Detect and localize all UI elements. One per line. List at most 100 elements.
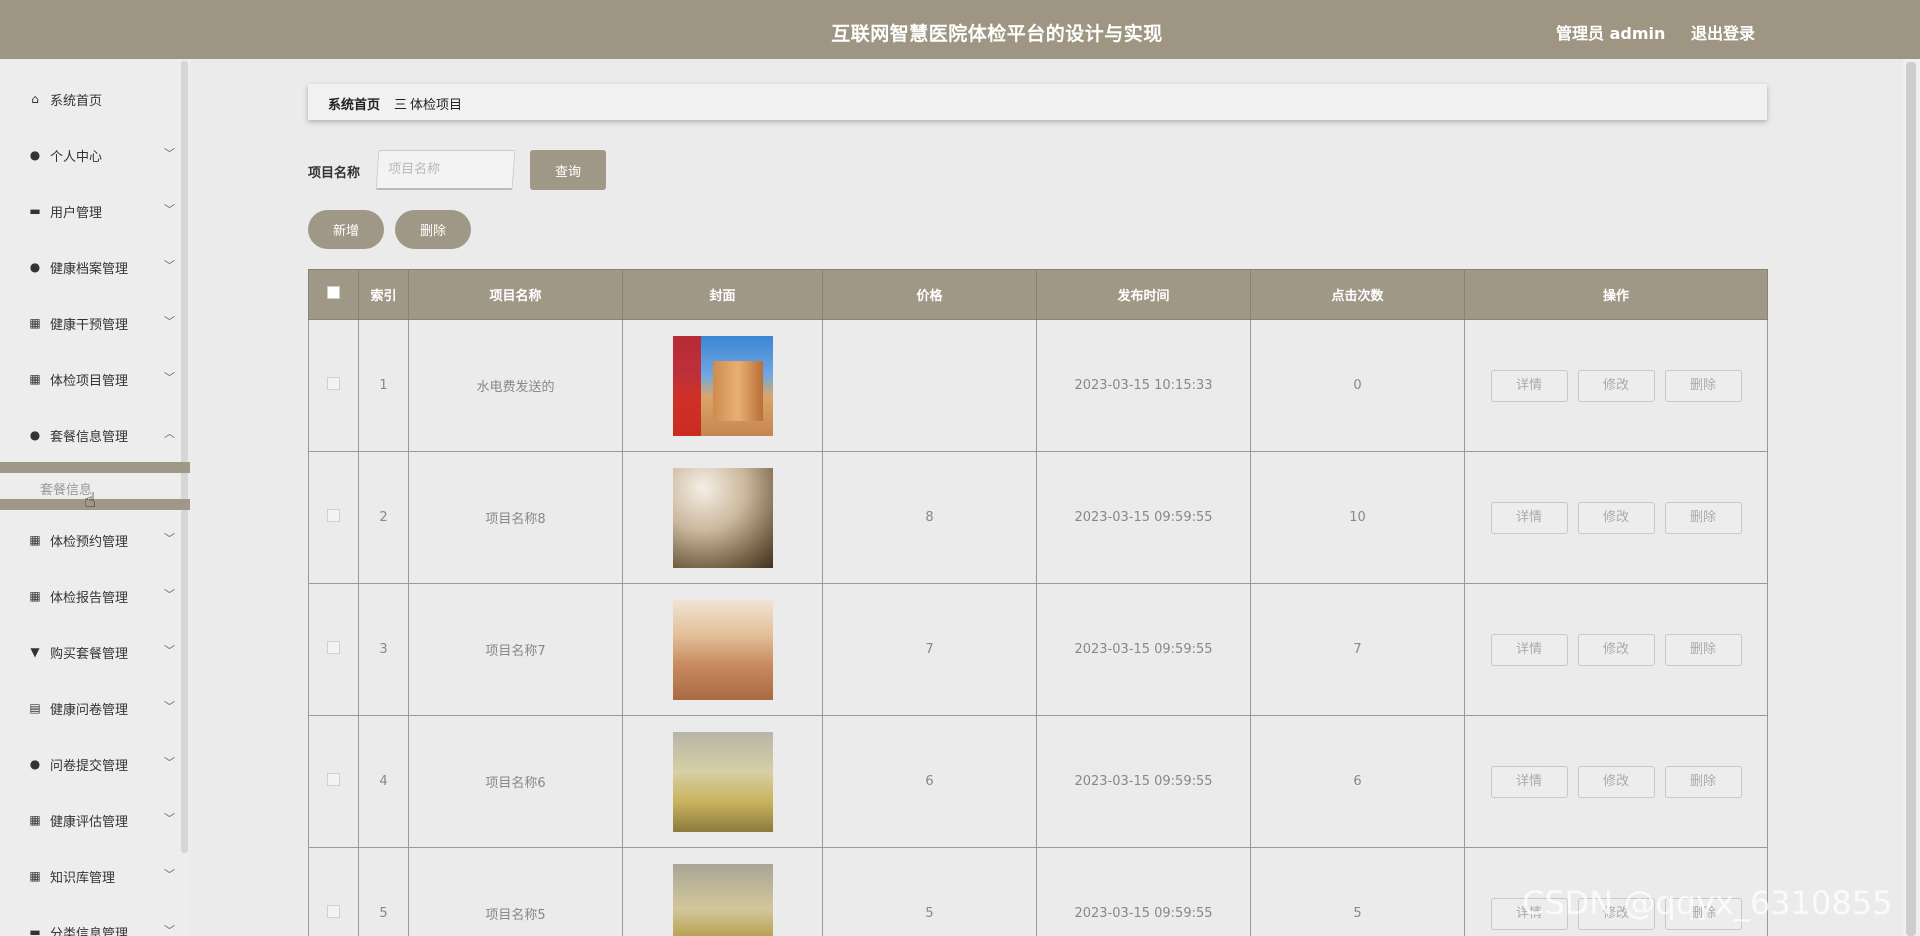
user-icon: ● [29, 148, 41, 162]
sidebar-item-label: 系统首页 [50, 94, 103, 109]
chevron-down-icon: ﹀ [164, 203, 175, 216]
row-checkbox[interactable] [327, 641, 340, 654]
chevron-down-icon: ﹀ [164, 868, 175, 881]
sidebar-item-9[interactable]: ▼ 购买套餐管理 ﹀ [0, 632, 180, 672]
row-delete-button[interactable]: 删除 [1664, 369, 1742, 402]
search-label: 项目名称 [308, 166, 361, 181]
cover-image[interactable] [672, 599, 773, 700]
row-delete-button[interactable]: 删除 [1664, 501, 1742, 534]
sidebar-item-8[interactable]: ▦ 体检报告管理 ﹀ [0, 576, 180, 616]
name-cell: 项目名称5 [408, 847, 623, 936]
table-row: 1 水电费发送的 2023-03-15 10:15:33 0 详情 修改 删除 [308, 319, 1768, 452]
row-delete-button[interactable]: 删除 [1664, 633, 1742, 666]
add-button[interactable]: 新增 [308, 210, 384, 249]
cover-image[interactable] [672, 863, 773, 936]
chevron-down-icon: ﹀ [164, 812, 175, 825]
edit-button[interactable]: 修改 [1577, 501, 1655, 534]
clicks-cell: 0 [1250, 319, 1465, 452]
name-cell: 水电费发送的 [408, 319, 623, 452]
table-row: 2 项目名称8 8 2023-03-15 09:59:55 10 详情 修改 删除 [308, 451, 1768, 584]
hand-cursor-icon: ☝ [84, 488, 97, 512]
sidebar-item-2[interactable]: ▬ 用户管理 ﹀ [0, 191, 180, 231]
column-header: 点击次数 [1250, 269, 1465, 320]
grid-icon: ▦ [29, 813, 41, 827]
sidebar-item-label: 个人中心 [50, 150, 103, 165]
logout-link[interactable]: 退出登录 [1691, 20, 1755, 44]
price-cell: 8 [822, 451, 1037, 584]
time-cell: 2023-03-15 09:59:55 [1036, 847, 1251, 936]
cover-overlay [672, 335, 701, 436]
chevron-down-icon: ﹀ [164, 700, 175, 713]
sidebar-item-label: 健康问卷管理 [50, 703, 129, 718]
sidebar-item-11[interactable]: ● 问卷提交管理 ﹀ [0, 744, 180, 784]
sidebar-item-7[interactable]: ▦ 体检预约管理 ﹀ [0, 520, 180, 560]
cover-image[interactable] [672, 335, 773, 436]
row-select-cell [308, 319, 359, 452]
price-cell: 5 [822, 847, 1037, 936]
page-scrollbar-thumb[interactable] [1906, 62, 1916, 936]
column-header: 操作 [1464, 269, 1768, 320]
detail-button[interactable]: 详情 [1490, 633, 1568, 666]
cover-image[interactable] [672, 467, 773, 568]
chevron-down-icon: ﹀ [164, 371, 175, 384]
row-checkbox[interactable] [327, 773, 340, 786]
query-button[interactable]: 查询 [530, 150, 606, 190]
table-header-row: 索引 项目名称 封面 价格 发布时间 点击次数 操作 [308, 269, 1768, 320]
pin-icon: ▼ [30, 645, 40, 659]
sidebar-item-3[interactable]: ● 健康档案管理 ﹀ [0, 247, 180, 287]
column-header: 索引 [358, 269, 409, 320]
sidebar-item-0[interactable]: ⌂ 系统首页 [0, 79, 180, 119]
detail-button[interactable]: 详情 [1490, 765, 1568, 798]
user-icon: ● [29, 260, 41, 274]
sidebar-scrollbar[interactable] [181, 61, 188, 853]
detail-button[interactable]: 详情 [1490, 369, 1568, 402]
detail-button[interactable]: 详情 [1490, 501, 1568, 534]
select-all-checkbox[interactable] [327, 286, 340, 299]
batch-delete-button[interactable]: 删除 [395, 210, 471, 249]
actions-cell: 详情 修改 删除 [1464, 715, 1768, 848]
sidebar-item-12[interactable]: ▦ 健康评估管理 ﹀ [0, 800, 180, 840]
edit-button[interactable]: 修改 [1577, 633, 1655, 666]
chevron-down-icon: ﹀ [164, 532, 175, 545]
actions-cell: 详情 修改 删除 [1464, 583, 1768, 716]
chevron-down-icon: ﹀ [164, 588, 175, 601]
chevron-up-icon: ︿ [164, 427, 175, 440]
sidebar-item-14[interactable]: ▬ 分类信息管理 ﹀ [0, 912, 180, 936]
row-checkbox[interactable] [327, 905, 340, 918]
breadcrumb-home[interactable]: 系统首页 [328, 94, 380, 113]
cover-image[interactable] [672, 731, 773, 832]
sidebar-item-13[interactable]: ▦ 知识库管理 ﹀ [0, 856, 180, 896]
table-row: 4 项目名称6 6 2023-03-15 09:59:55 6 详情 修改 删除 [308, 715, 1768, 848]
clicks-cell: 10 [1250, 451, 1465, 584]
time-cell: 2023-03-15 09:59:55 [1036, 583, 1251, 716]
sidebar-item-5[interactable]: ▦ 体检项目管理 ﹀ [0, 359, 180, 399]
home-icon: ⌂ [31, 92, 39, 106]
cover-building [712, 360, 763, 421]
row-checkbox[interactable] [327, 509, 340, 522]
sidebar-item-10[interactable]: ▤ 健康问卷管理 ﹀ [0, 688, 180, 728]
grid-icon: ▦ [29, 533, 41, 547]
sidebar-item-4[interactable]: ▦ 健康干预管理 ﹀ [0, 303, 180, 343]
row-delete-button[interactable]: 删除 [1664, 765, 1742, 798]
index-cell: 3 [358, 583, 409, 716]
actions-cell: 详情 修改 删除 [1464, 451, 1768, 584]
row-checkbox[interactable] [327, 377, 340, 390]
sidebar-item-label: 知识库管理 [50, 871, 116, 886]
grid-icon: ▦ [29, 372, 41, 386]
sidebar-item-6[interactable]: ● 套餐信息管理 ︿ [0, 415, 180, 455]
chevron-down-icon: ﹀ [164, 924, 175, 936]
sidebar-item-1[interactable]: ● 个人中心 ﹀ [0, 135, 180, 175]
grid-icon: ▦ [29, 589, 41, 603]
name-cell: 项目名称8 [408, 451, 623, 584]
sidebar-item-label: 套餐信息管理 [50, 430, 129, 445]
cover-cell [622, 451, 823, 584]
submenu-band-top [0, 462, 190, 473]
edit-button[interactable]: 修改 [1577, 765, 1655, 798]
search-input[interactable] [375, 150, 516, 190]
name-cell: 项目名称6 [408, 715, 623, 848]
sidebar-item-label: 健康评估管理 [50, 815, 129, 830]
sidebar-item-label: 分类信息管理 [50, 927, 129, 936]
index-cell: 4 [358, 715, 409, 848]
edit-button[interactable]: 修改 [1577, 369, 1655, 402]
chevron-down-icon: ﹀ [164, 756, 175, 769]
